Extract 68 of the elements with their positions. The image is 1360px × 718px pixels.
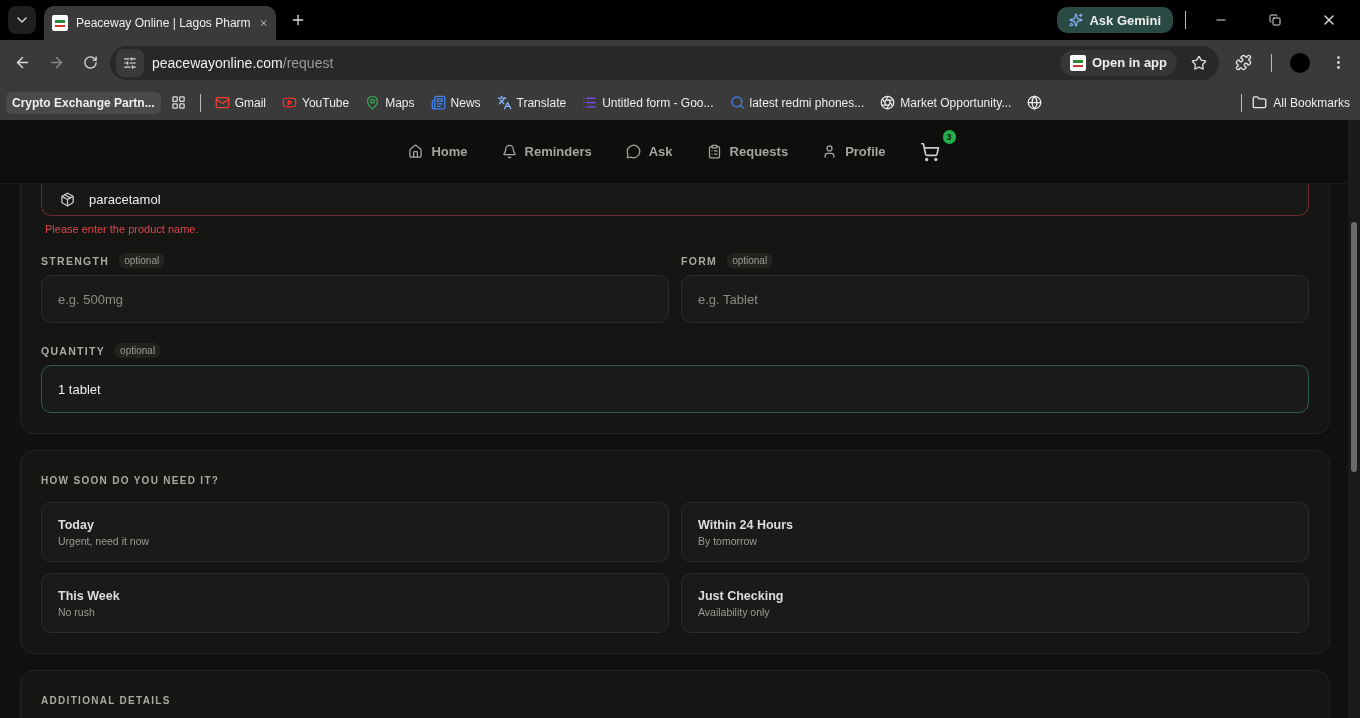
section-title: ADDITIONAL DETAILS — [41, 695, 172, 706]
nav-link[interactable]: Requests — [706, 144, 789, 159]
text-field[interactable]: e.g. Tablet — [681, 275, 1309, 323]
urgency-option[interactable]: This Week No rush — [41, 573, 669, 633]
folder-icon — [1252, 95, 1268, 110]
tab-list-button[interactable] — [8, 6, 36, 34]
map-pin-icon — [365, 95, 381, 110]
aperture-icon — [880, 95, 896, 110]
browser-tab[interactable]: Peaceway Online | Lagos Pharm — [44, 6, 276, 40]
address-bar[interactable]: peacewayonline.com/request Open in app — [110, 45, 1219, 80]
site-logo-icon — [52, 15, 68, 31]
section-title: HOW SOON DO YOU NEED IT? — [41, 475, 221, 486]
bell-icon — [501, 144, 517, 159]
urgency-option[interactable]: Just Checking Availability only — [681, 573, 1309, 633]
clipboard-icon — [706, 144, 722, 159]
cart-icon[interactable] — [919, 141, 940, 162]
nav-link[interactable]: Ask — [625, 144, 673, 159]
bookmark[interactable]: Maps — [359, 91, 421, 114]
star-icon[interactable] — [1191, 54, 1207, 71]
bookmark[interactable]: News — [424, 91, 487, 114]
text-field[interactable]: e.g. 500mg — [41, 275, 669, 323]
site-logo-icon — [1069, 54, 1086, 71]
apps-icon[interactable] — [170, 95, 186, 110]
quantity-field[interactable]: 1 tablet — [41, 365, 1309, 413]
sliders-icon — [123, 55, 137, 70]
scrollbar[interactable] — [1348, 120, 1360, 718]
bookmark[interactable]: Untitled form - Goo... — [576, 91, 720, 114]
site-settings-button[interactable] — [116, 48, 144, 77]
bookmark[interactable]: Crypto Exchange Partn... — [6, 91, 161, 114]
sparkle-icon — [1069, 13, 1084, 27]
translate-icon — [496, 95, 512, 110]
bookmark[interactable]: Market Opportunity... — [874, 91, 1018, 114]
bookmark[interactable]: Translate — [490, 91, 573, 114]
package-icon — [60, 192, 75, 207]
nav-link[interactable]: Home — [408, 144, 468, 159]
list-icon — [582, 95, 598, 110]
optional-tag: optional — [727, 253, 773, 268]
plus-icon[interactable] — [290, 12, 306, 28]
optional-tag: optional — [115, 343, 161, 358]
field-label: FORM — [681, 254, 718, 267]
search-icon — [729, 95, 745, 110]
chat-icon — [625, 144, 641, 159]
ask-gemini-button[interactable]: Ask Gemini — [1057, 7, 1173, 33]
play-icon — [282, 95, 298, 110]
reload-icon[interactable] — [82, 55, 98, 70]
extensions-icon[interactable] — [1234, 54, 1252, 71]
optional-tag: optional — [119, 253, 165, 268]
bookmark[interactable]: Gmail — [208, 91, 273, 114]
url-text: peacewayonline.com/request — [152, 54, 334, 71]
user-icon — [822, 144, 838, 159]
all-bookmarks-button[interactable]: All Bookmarks — [1237, 93, 1354, 112]
home-icon — [408, 144, 424, 159]
nav-link[interactable]: Profile — [822, 144, 886, 159]
bookmark[interactable]: YouTube — [276, 91, 356, 114]
cart-count-badge: 3 — [942, 129, 956, 144]
restore-icon[interactable] — [1269, 14, 1281, 26]
urgency-option[interactable]: Within 24 Hours By tomorrow — [681, 502, 1309, 562]
error-message: Please enter the product name. — [44, 222, 200, 237]
newspaper-icon — [430, 95, 446, 110]
urgency-option[interactable]: Today Urgent, need it now — [41, 502, 669, 562]
field-label: QUANTITY — [41, 344, 106, 357]
field-label: STRENGTH — [41, 254, 110, 267]
globe-icon[interactable] — [1027, 95, 1043, 110]
bookmark[interactable]: latest redmi phones... — [723, 91, 871, 114]
nav-link[interactable]: Reminders — [501, 144, 592, 159]
product-name-field[interactable]: paracetamol — [41, 184, 1309, 216]
mail-icon — [214, 95, 230, 110]
open-in-app-button[interactable]: Open in app — [1059, 49, 1177, 76]
